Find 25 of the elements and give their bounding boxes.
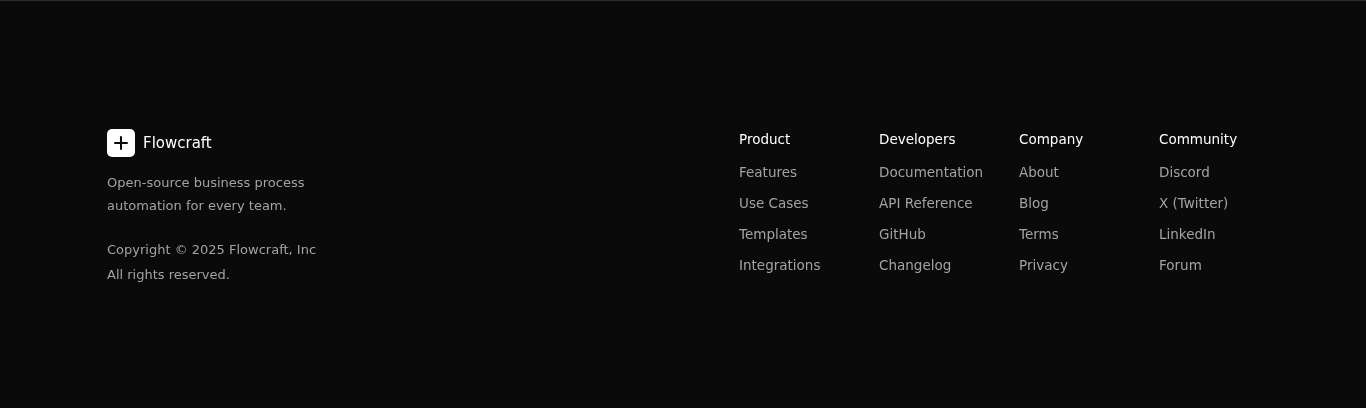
column-heading: Product bbox=[739, 131, 792, 147]
footer-link[interactable]: Changelog bbox=[879, 257, 1019, 274]
footer-link[interactable]: Terms bbox=[1019, 226, 1159, 243]
footer-link[interactable]: Forum bbox=[1159, 257, 1299, 274]
rights-notice: All rights reserved. bbox=[107, 266, 231, 284]
footer-link[interactable]: GitHub bbox=[879, 226, 1019, 243]
copyright: Copyright © 2025 Flowcraft, Inc bbox=[107, 241, 318, 259]
column-heading: Developers bbox=[879, 131, 957, 147]
footer-link[interactable]: X (Twitter) bbox=[1159, 195, 1299, 212]
plus-logo-icon bbox=[107, 129, 135, 157]
footer-link[interactable]: Features bbox=[739, 164, 879, 181]
footer-link[interactable]: API Reference bbox=[879, 195, 1019, 212]
footer-link[interactable]: LinkedIn bbox=[1159, 226, 1299, 243]
footer-link[interactable]: Privacy bbox=[1019, 257, 1159, 274]
footer-link[interactable]: Documentation bbox=[879, 164, 1019, 181]
footer-link[interactable]: Blog bbox=[1019, 195, 1159, 212]
tagline: Open-source business process automation for every team. bbox=[107, 174, 306, 215]
footer-link[interactable]: Use Cases bbox=[739, 195, 879, 212]
brand-name: Flowcraft bbox=[143, 134, 212, 152]
column-heading: Company bbox=[1019, 131, 1085, 147]
footer-link[interactable]: About bbox=[1019, 164, 1159, 181]
footer-link[interactable]: Integrations bbox=[739, 257, 879, 274]
footer-link[interactable]: Discord bbox=[1159, 164, 1299, 181]
column-heading: Community bbox=[1159, 131, 1239, 147]
footer-link[interactable]: Templates bbox=[739, 226, 879, 243]
